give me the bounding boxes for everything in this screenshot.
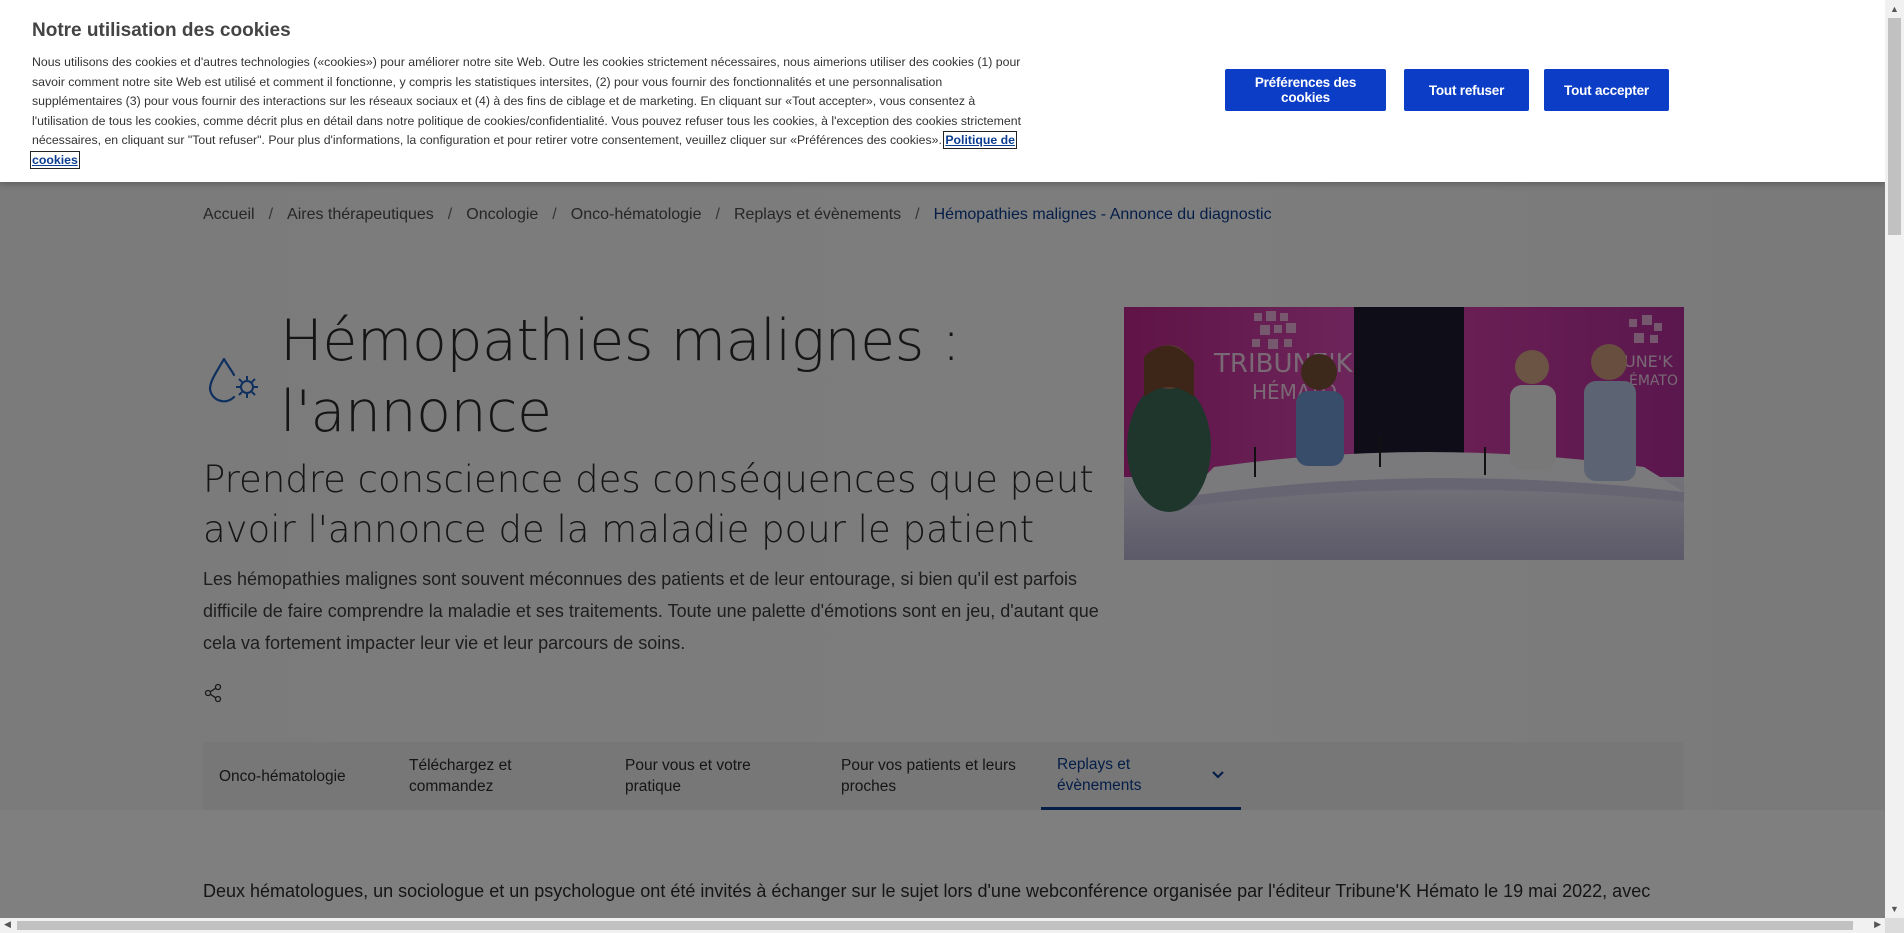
scroll-right-arrow-icon[interactable]: ▶	[1874, 919, 1881, 930]
cookie-preferences-button[interactable]: Préférences des cookies	[1225, 69, 1386, 111]
cookie-banner-text: Nous utilisons des cookies et d'autres t…	[32, 55, 1021, 147]
cookie-banner-title: Notre utilisation des cookies	[32, 20, 291, 41]
refuse-all-button[interactable]: Tout refuser	[1404, 69, 1529, 111]
cookie-banner: Notre utilisation des cookies Nous utili…	[0, 0, 1885, 182]
scrollbar-corner	[1885, 918, 1904, 933]
cookie-banner-description: Nous utilisons des cookies et d'autres t…	[29, 53, 1027, 170]
scroll-up-arrow-icon[interactable]: ▲	[1890, 4, 1899, 14]
accept-all-button[interactable]: Tout accepter	[1544, 69, 1669, 111]
scroll-left-arrow-icon[interactable]: ◀	[4, 919, 11, 930]
scroll-down-arrow-icon[interactable]: ▼	[1890, 904, 1899, 914]
horizontal-scroll-thumb[interactable]	[17, 921, 1853, 930]
horizontal-scrollbar[interactable]: ◀ ▶	[0, 918, 1885, 933]
vertical-scroll-thumb[interactable]	[1888, 18, 1901, 235]
page: Accueil / Aires thérapeutiques / Oncolog…	[0, 0, 1885, 918]
vertical-scrollbar[interactable]: ▲ ▼	[1885, 0, 1904, 918]
